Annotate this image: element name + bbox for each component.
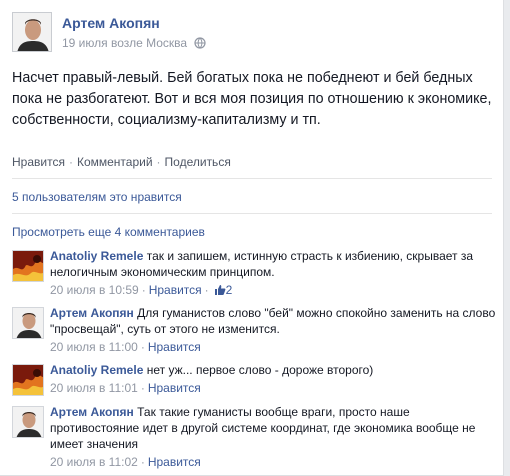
separator: · xyxy=(156,155,161,169)
comment-author[interactable]: Артем Акопян xyxy=(50,405,134,419)
comment-author[interactable]: Артем Акопян xyxy=(50,306,134,320)
share-button[interactable]: Поделиться xyxy=(165,155,231,169)
post-card: Артем Акопян 19 июля возле Москва Насчет… xyxy=(0,0,504,476)
post-date[interactable]: 19 июля возле Москва xyxy=(62,36,187,50)
comment-time[interactable]: 20 июля в 10:59 xyxy=(50,283,139,297)
person-photo-icon xyxy=(13,407,43,437)
comment-button[interactable]: Комментарий xyxy=(77,155,153,169)
fiery-profile-photo-icon xyxy=(13,251,43,281)
likes-summary[interactable]: 5 пользователям это нравится xyxy=(12,190,182,204)
commenter-avatar[interactable] xyxy=(12,250,44,282)
post-author-name[interactable]: Артем Акопян xyxy=(62,15,160,31)
person-photo-icon xyxy=(13,308,43,338)
globe-icon[interactable] xyxy=(194,37,207,52)
thumbs-up-icon xyxy=(214,284,226,300)
comment-body: Anatoliy Remele так и запишем, истинную … xyxy=(50,248,496,300)
comment-meta: 20 июля в 11:00 · Нравится xyxy=(50,340,201,354)
post-header: Артем Акопян 19 июля возле Москва xyxy=(12,12,492,54)
fiery-profile-photo-icon xyxy=(13,365,43,395)
comment-like-button[interactable]: Нравится xyxy=(148,340,201,354)
comment-body: Артем Акопян Для гуманистов слово "бей" … xyxy=(50,305,496,355)
comment-like-button[interactable]: Нравится xyxy=(148,381,201,395)
divider xyxy=(12,178,492,179)
comment-time[interactable]: 20 июля в 11:00 xyxy=(50,340,138,354)
like-button[interactable]: Нравится xyxy=(12,155,65,169)
author-avatar[interactable] xyxy=(12,12,52,52)
commenter-avatar[interactable] xyxy=(12,307,44,339)
post-text: Насчет правый-левый. Бей богатых пока не… xyxy=(12,70,492,128)
comment-body: Артем Акопян Так такие гуманисты вообще … xyxy=(50,404,496,470)
comment-meta: 20 июля в 11:01 · Нравится xyxy=(50,381,201,395)
comment-meta: 20 июля в 11:02 · Нравится xyxy=(50,455,201,469)
comment-time[interactable]: 20 июля в 11:01 xyxy=(50,381,138,395)
comment-author[interactable]: Anatoliy Remele xyxy=(50,363,143,377)
view-more-comments[interactable]: Просмотреть еще 4 комментариев xyxy=(12,225,205,239)
post-meta: 19 июля возле Москва xyxy=(62,36,207,52)
comment-meta: 20 июля в 10:59 · Нравится · 2 xyxy=(50,282,496,300)
comment-like-count[interactable]: 2 xyxy=(226,283,233,297)
comment-body: Anatoliy Remele нет уж... первое слово -… xyxy=(50,362,496,396)
comment-time[interactable]: 20 июля в 11:02 xyxy=(50,455,138,469)
divider xyxy=(12,213,492,214)
commenter-avatar[interactable] xyxy=(12,364,44,396)
person-photo-icon xyxy=(13,13,51,51)
commenter-avatar[interactable] xyxy=(12,406,44,438)
separator: · xyxy=(68,155,73,169)
post-actions: Нравится · Комментарий · Поделиться xyxy=(12,155,231,169)
comment-like-button[interactable]: Нравится xyxy=(149,283,202,297)
comment-text: нет уж... первое слово - дороже второго) xyxy=(146,363,374,377)
comment-author[interactable]: Anatoliy Remele xyxy=(50,249,143,263)
comment-like-button[interactable]: Нравится xyxy=(148,455,201,469)
